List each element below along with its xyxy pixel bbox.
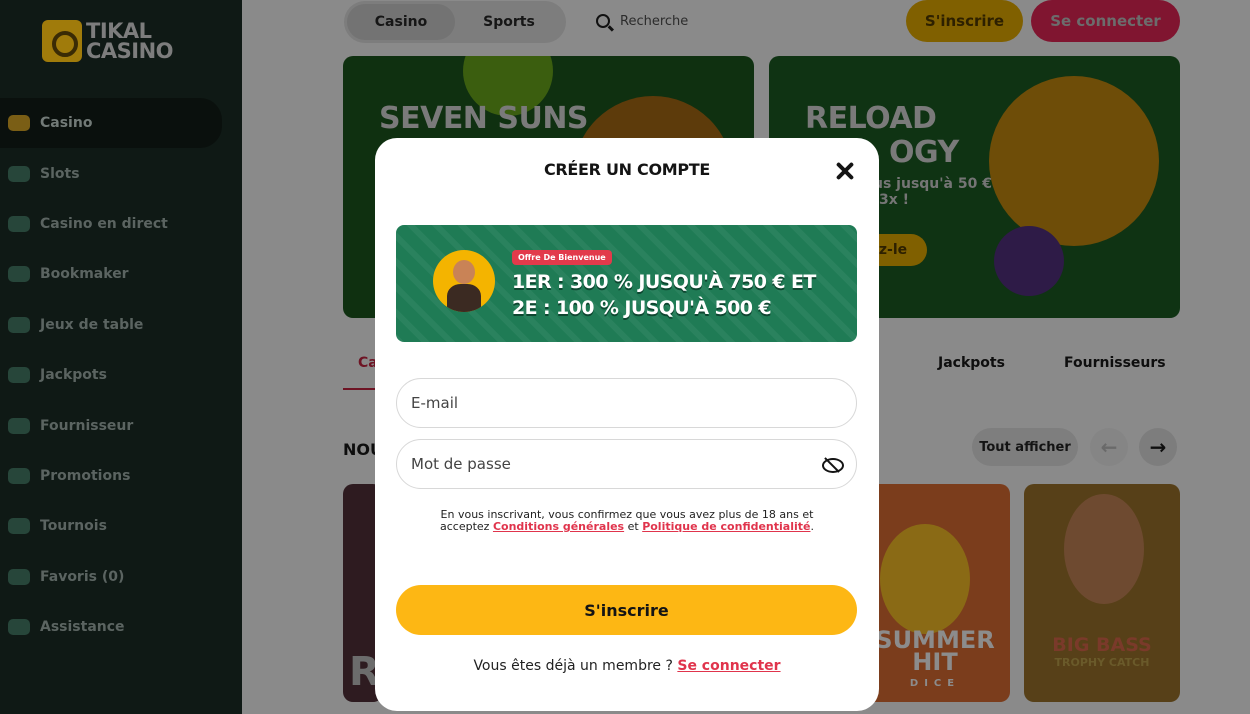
login-link[interactable]: Se connecter [677, 658, 780, 674]
sidebar-item-favorites[interactable]: Favoris (0) [0, 552, 242, 602]
sidebar-item-jackpots[interactable]: Jackpots [0, 350, 242, 400]
provider-icon [8, 417, 30, 434]
sidebar-item-label: Favoris (0) [40, 568, 125, 585]
sidebar: TIKAL CASINO Casino Slots Casino en dire… [0, 0, 242, 714]
header-signup-button[interactable]: S'inscrire [906, 0, 1023, 42]
chat-icon [8, 619, 30, 636]
sidebar-item-label: Fournisseur [40, 417, 134, 434]
active-tab-indicator [343, 388, 375, 390]
football-icon [8, 266, 30, 283]
terms-period: . [810, 520, 814, 533]
member-question: Vous êtes déjà un membre ? [473, 658, 678, 674]
modal-title: CRÉER UN COMPTE [543, 160, 711, 179]
sidebar-item-label: Jackpots [40, 367, 107, 384]
password-field[interactable]: Mot de passe [396, 439, 857, 489]
tab-jackpots[interactable]: Jackpots [938, 355, 1005, 371]
banner-subtitle-line1: us jusqu'à 50 € [873, 176, 992, 192]
slots-icon [8, 165, 30, 182]
sidebar-item-label: Casino en direct [40, 215, 168, 232]
sidebar-item-table-games[interactable]: Jeux de table [0, 300, 242, 350]
tab-casino[interactable]: Casino [347, 4, 455, 40]
sidebar-nav: Casino Slots Casino en direct Bookmaker … [0, 98, 242, 652]
terms-and: et [624, 520, 643, 533]
tab-providers[interactable]: Fournisseurs [1064, 355, 1166, 371]
game-title-line2: HIT [912, 648, 958, 676]
signup-modal: CRÉER UN COMPTE Offre De Bienvenue 1ER :… [375, 138, 879, 711]
live-casino-icon [8, 215, 30, 232]
sidebar-item-label: Bookmaker [40, 266, 129, 283]
game-tile[interactable]: BIG BASS TROPHY CATCH [1024, 484, 1180, 702]
tab-sports[interactable]: Sports [455, 4, 563, 40]
sidebar-item-label: Tournois [40, 518, 107, 535]
sidebar-item-promotions[interactable]: Promotions [0, 451, 242, 501]
product-switch: Casino Sports [344, 1, 566, 43]
header-login-button[interactable]: Se connecter [1031, 0, 1180, 42]
megaphone-icon [8, 568, 30, 585]
already-member-text: Vous êtes déjà un membre ? Se connecter [375, 658, 879, 674]
logo-text-line1: TIKAL [86, 19, 152, 43]
banner-subtitle-line2: 3x ! [879, 192, 910, 208]
sidebar-item-live-casino[interactable]: Casino en direct [0, 199, 242, 249]
email-field[interactable]: E-mail [396, 378, 857, 428]
site-logo[interactable]: TIKAL CASINO [42, 19, 174, 63]
game-title-line2: TROPHY CATCH [1054, 656, 1150, 669]
offer-badge: Offre De Bienvenue [512, 250, 612, 265]
jackpot-icon [8, 367, 30, 384]
privacy-link[interactable]: Politique de confidentialité [642, 520, 810, 533]
sidebar-item-label: Slots [40, 165, 80, 182]
offer-line-2: 2E : 100 % JUSQU'À 500 € [512, 297, 772, 319]
pineapple-decoration [880, 524, 970, 634]
sidebar-item-tournaments[interactable]: Tournois [0, 501, 242, 551]
cards-icon [8, 316, 30, 333]
banner-title-line1: RELOAD [805, 101, 937, 136]
game-title-line1: BIG BASS [1052, 634, 1152, 656]
sidebar-item-casino[interactable]: Casino [0, 98, 222, 149]
email-placeholder: E-mail [411, 394, 459, 412]
terms-link[interactable]: Conditions générales [493, 520, 624, 533]
grapes-decoration [994, 226, 1064, 296]
sidebar-item-label: Promotions [40, 467, 131, 484]
sidebar-item-bookmaker[interactable]: Bookmaker [0, 249, 242, 299]
see-all-button[interactable]: Tout afficher [972, 428, 1078, 466]
promotions-icon [8, 467, 30, 484]
eye-slash-icon[interactable] [822, 456, 844, 473]
sidebar-item-provider[interactable]: Fournisseur [0, 400, 242, 450]
slot-machine-icon [8, 115, 30, 132]
logo-badge-icon [42, 20, 82, 62]
logo-text-line2: CASINO [86, 39, 174, 63]
sidebar-item-slots[interactable]: Slots [0, 148, 242, 198]
close-icon[interactable] [834, 160, 856, 182]
explorer-avatar-icon [433, 250, 495, 312]
banner-title: SEVEN SUNS [379, 101, 589, 136]
arrow-right-icon[interactable]: → [1139, 428, 1177, 466]
offer-line-1: 1ER : 300 % JUSQU'À 750 € ET [512, 271, 816, 293]
search-input[interactable]: Recherche [620, 14, 688, 29]
coin-decoration [989, 76, 1159, 246]
search-box[interactable]: Recherche [596, 10, 688, 32]
sidebar-item-label: Jeux de table [40, 316, 144, 333]
fisherman-decoration [1064, 494, 1144, 604]
search-icon [596, 14, 610, 28]
sidebar-item-label: Casino [40, 115, 93, 132]
password-placeholder: Mot de passe [411, 455, 511, 473]
game-tile[interactable]: SUMMER HIT DICE [860, 484, 1010, 702]
terms-text: En vous inscrivant, vous confirmez que v… [415, 509, 839, 533]
sidebar-item-assistance[interactable]: Assistance [0, 602, 242, 652]
welcome-offer-banner: Offre De Bienvenue 1ER : 300 % JUSQU'À 7… [396, 225, 857, 342]
sidebar-item-label: Assistance [40, 619, 125, 636]
signup-submit-button[interactable]: S'inscrire [396, 585, 857, 635]
arrow-left-icon[interactable]: ← [1090, 428, 1128, 466]
megaphone-icon [8, 518, 30, 535]
game-title-line3: DICE [909, 678, 961, 689]
